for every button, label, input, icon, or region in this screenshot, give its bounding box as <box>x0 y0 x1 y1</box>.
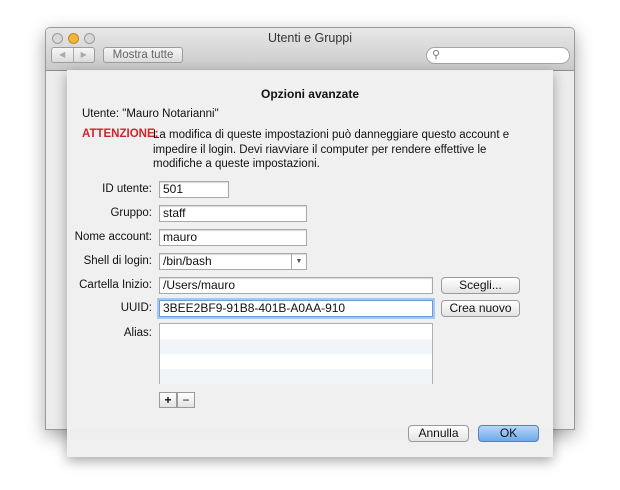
nav-buttons: ◀ ▶ <box>51 47 95 63</box>
search-input[interactable]: ⚲ <box>426 47 570 64</box>
choose-button[interactable]: Scegli... <box>441 277 520 294</box>
show-all-button[interactable]: Mostra tutte <box>103 47 183 63</box>
warning-label: ATTENZIONE: <box>82 128 159 140</box>
user-id-field[interactable]: 501 <box>159 181 229 198</box>
remove-alias-button[interactable]: − <box>177 392 195 408</box>
login-shell-label: Shell di login: <box>83 255 152 267</box>
create-new-button[interactable]: Crea nuovo <box>441 300 520 317</box>
alias-list[interactable] <box>159 323 433 384</box>
advanced-options-sheet: Opzioni avanzate Utente: "Mauro Notarian… <box>67 70 553 457</box>
warning-line: La modifica di queste impostazioni può d… <box>153 129 510 141</box>
add-alias-button[interactable]: + <box>159 392 177 408</box>
sheet-title: Opzioni avanzate <box>260 87 360 101</box>
account-name-label: Nome account: <box>74 231 152 243</box>
cancel-button[interactable]: Annulla <box>408 425 469 442</box>
login-shell-select[interactable]: /bin/bash ▼ <box>159 253 307 270</box>
search-icon: ⚲ <box>432 49 441 61</box>
warning-text: La modifica di queste impostazioni può d… <box>153 128 509 172</box>
window-title: Utenti e Gruppi <box>267 31 353 45</box>
user-name-label: Utente: "Mauro Notarianni" <box>82 108 219 120</box>
user-id-label: ID utente: <box>102 183 152 195</box>
home-folder-label: Cartella Inizio: <box>79 279 152 291</box>
uuid-field[interactable]: 3BEE2BF9-91B8-401B-A0AA-910 <box>159 300 433 317</box>
warning-line: impedire il login. Devi riavviare il com… <box>153 143 487 156</box>
forward-icon[interactable]: ▶ <box>74 48 95 62</box>
uuid-label: UUID: <box>120 302 152 314</box>
chevron-down-icon: ▼ <box>291 254 306 269</box>
back-icon[interactable]: ◀ <box>52 48 74 62</box>
account-name-field[interactable]: mauro <box>159 229 307 246</box>
group-field[interactable]: staff <box>159 205 307 222</box>
home-folder-field[interactable]: /Users/mauro <box>159 277 433 294</box>
group-label: Gruppo: <box>110 207 152 219</box>
login-shell-value: /bin/bash <box>163 254 212 268</box>
warning-line: modifiche a queste impostazioni. <box>153 158 320 170</box>
toolbar: Utenti e Gruppi ◀ ▶ Mostra tutte ⚲ <box>46 28 574 71</box>
ok-button[interactable]: OK <box>478 425 539 442</box>
alias-label: Alias: <box>123 327 152 339</box>
